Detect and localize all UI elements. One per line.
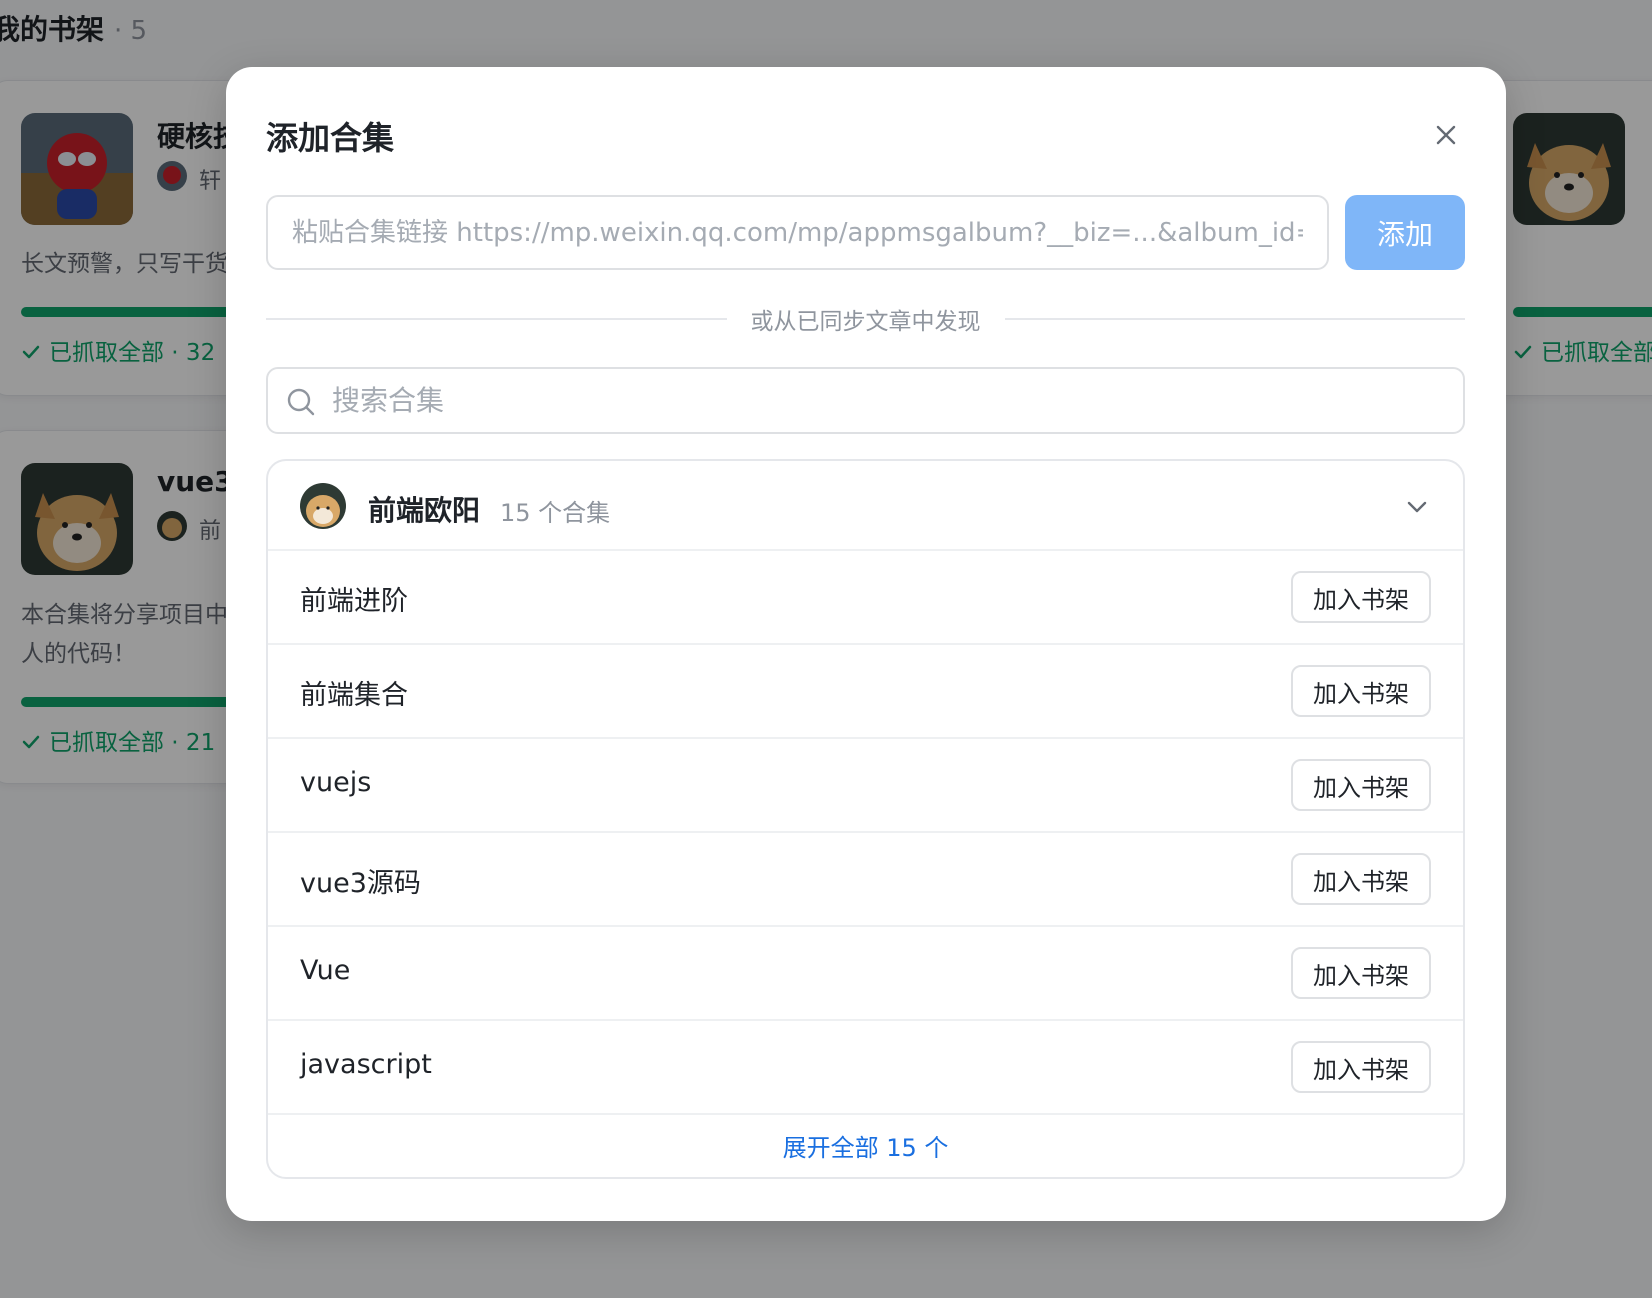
album-name: vue3源码 [300,868,421,899]
close-button[interactable] [1426,115,1466,155]
album-name: 前端集合 [300,680,408,711]
search-input[interactable] [332,369,1452,432]
divider-line [266,318,727,320]
add-to-shelf-button[interactable]: 加入书架 [1291,1041,1431,1093]
collection-url-input[interactable] [266,195,1329,270]
divider: 或从已同步文章中发现 [266,301,1465,337]
account-header[interactable]: 前端欧阳 15 个合集 [268,461,1463,551]
add-button[interactable]: 添加 [1345,195,1465,270]
album-count: 15 个合集 [500,499,611,527]
divider-line [1004,318,1465,320]
search-icon [287,388,315,416]
add-collection-dialog: 添加合集 添加 或从已同步文章中发现 [226,67,1506,1221]
album-name: 前端进阶 [300,586,408,617]
album-row: 前端进阶 加入书架 [268,551,1463,645]
album-name: javascript [300,1049,432,1080]
album-name: Vue [300,955,351,986]
add-to-shelf-button[interactable]: 加入书架 [1291,853,1431,905]
search-box[interactable] [266,367,1465,434]
album-row: 前端集合 加入书架 [268,645,1463,739]
divider-text: 或从已同步文章中发现 [750,309,981,335]
album-name: vuejs [300,767,372,798]
album-row: vuejs 加入书架 [268,739,1463,833]
album-row: vue3源码 加入书架 [268,833,1463,927]
chevron-down-icon[interactable] [1405,495,1429,519]
add-to-shelf-button[interactable]: 加入书架 [1291,665,1431,717]
account-name: 前端欧阳 [368,494,481,527]
add-to-shelf-button[interactable]: 加入书架 [1291,571,1431,623]
account-album-panel: 前端欧阳 15 个合集 前端进阶 加入书架 前端集合 加入书架 vuejs 加入… [266,459,1465,1179]
dialog-title: 添加合集 [266,119,395,157]
close-icon [1436,125,1456,145]
album-row: Vue 加入书架 [268,927,1463,1021]
avatar [300,483,346,529]
expand-all-link[interactable]: 展开全部 15 个 [268,1115,1463,1177]
album-row: javascript 加入书架 [268,1021,1463,1115]
add-to-shelf-button[interactable]: 加入书架 [1291,947,1431,999]
add-to-shelf-button[interactable]: 加入书架 [1291,759,1431,811]
